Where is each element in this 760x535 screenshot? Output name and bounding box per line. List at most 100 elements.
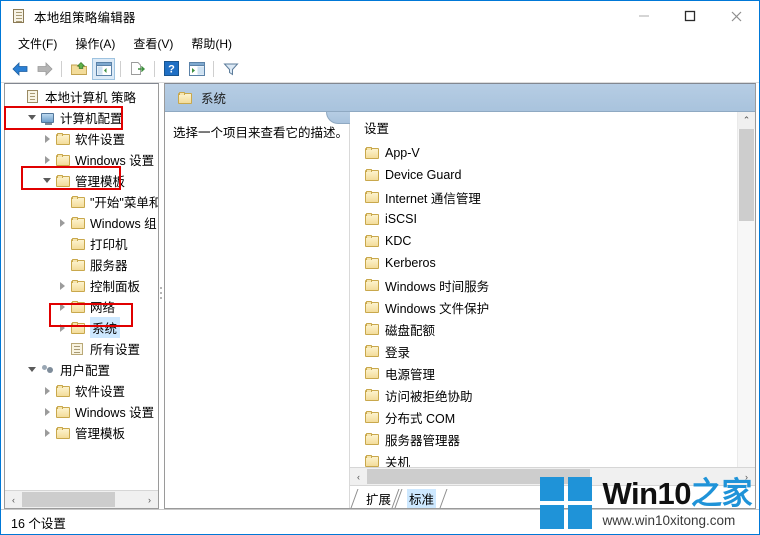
chevron-right-icon[interactable]	[39, 383, 55, 399]
tree-hscroll-left-arrow[interactable]: ‹	[5, 491, 22, 508]
tree-scroll-region[interactable]: 本地计算机 策略 计算机配置 软件设置 Windows 设置 管理模板 "开始"菜单和 Wi…	[5, 84, 158, 490]
tree-item-0[interactable]: 本地计算机 策略	[5, 86, 158, 107]
view-pane-button[interactable]	[185, 58, 208, 80]
settings-list-item-label: Kerberos	[385, 256, 436, 270]
chevron-down-icon[interactable]	[24, 110, 40, 126]
settings-list-item[interactable]: Internet 通信管理	[350, 186, 737, 208]
chevron-right-icon[interactable]	[54, 320, 70, 336]
tree-item-label: 管理模板	[75, 175, 126, 189]
settings-vscroll-thumb[interactable]	[739, 129, 754, 221]
settings-list-item[interactable]: 磁盘配额	[350, 318, 737, 340]
chevron-right-icon[interactable]	[39, 404, 55, 420]
settings-hscroll-thumb[interactable]	[367, 469, 590, 484]
details-pane-title: 系统	[201, 92, 227, 106]
menu-file[interactable]: 文件(F)	[9, 33, 66, 55]
close-button[interactable]	[713, 1, 759, 31]
tree-item-2[interactable]: 软件设置	[5, 128, 158, 149]
tree-item-label: Windows 组	[90, 217, 157, 231]
settings-list-item[interactable]: Device Guard	[350, 164, 737, 186]
forward-button[interactable]	[33, 58, 56, 80]
folder-icon	[364, 233, 380, 249]
settings-list-item[interactable]: 关机	[350, 450, 737, 467]
tree-item-13[interactable]: 用户配置	[5, 359, 158, 380]
settings-hscroll-track[interactable]	[367, 468, 738, 485]
filter-funnel-button[interactable]	[219, 58, 242, 80]
chevron-right-icon[interactable]	[39, 152, 55, 168]
settings-list-item-label: Device Guard	[385, 168, 462, 182]
chevron-right-icon[interactable]	[39, 131, 55, 147]
settings-list-item[interactable]: 登录	[350, 340, 737, 362]
tree-item-1[interactable]: 计算机配置	[5, 107, 158, 128]
tree-item-6[interactable]: Windows 组	[5, 212, 158, 233]
settings-list-item[interactable]: Windows 时间服务	[350, 274, 737, 296]
tree-hscroll-thumb[interactable]	[22, 492, 115, 507]
folder-icon	[364, 167, 380, 183]
tree-hscroll-right-arrow[interactable]: ›	[141, 491, 158, 508]
settings-list-item[interactable]: 电源管理	[350, 362, 737, 384]
settings-list-item[interactable]: KDC	[350, 230, 737, 252]
tree-item-5[interactable]: "开始"菜单和	[5, 191, 158, 212]
settings-list-item-label: 访问被拒绝协助	[385, 389, 473, 404]
settings-vertical-scrollbar[interactable]: ⌃	[737, 112, 755, 467]
tree-item-11[interactable]: 系统	[5, 317, 158, 338]
chevron-right-icon[interactable]	[54, 278, 70, 294]
tree-item-16[interactable]: 管理模板	[5, 422, 158, 443]
settings-list-item[interactable]: 分布式 COM	[350, 406, 737, 428]
settings-list-item-label: 服务器管理器	[385, 433, 461, 448]
settings-list-item[interactable]: Kerberos	[350, 252, 737, 274]
settings-list-item[interactable]: iSCSI	[350, 208, 737, 230]
settings-horizontal-scrollbar[interactable]: ‹ ›	[350, 467, 755, 485]
folder-icon	[364, 453, 380, 467]
settings-list-item-label: iSCSI	[385, 212, 417, 226]
maximize-button[interactable]	[667, 1, 713, 31]
help-button[interactable]: ?	[160, 58, 183, 80]
folder-icon	[70, 215, 86, 231]
folder-icon	[364, 145, 380, 161]
settings-list-item[interactable]: Windows 文件保护	[350, 296, 737, 318]
settings-list-item[interactable]: 访问被拒绝协助	[350, 384, 737, 406]
tree-item-12[interactable]: 所有设置	[5, 338, 158, 359]
tree-item-15[interactable]: Windows 设置	[5, 401, 158, 422]
menu-action[interactable]: 操作(A)	[66, 33, 124, 55]
tree-expander-spacer	[54, 236, 70, 252]
settings-vscroll-up-arrow[interactable]: ⌃	[738, 112, 755, 129]
menu-bar: 文件(F) 操作(A) 查看(V) 帮助(H)	[1, 32, 759, 55]
up-one-level-button[interactable]	[67, 58, 90, 80]
tree-item-10[interactable]: 网络	[5, 296, 158, 317]
menu-help[interactable]: 帮助(H)	[182, 33, 241, 55]
folder-icon	[364, 365, 380, 381]
chevron-right-icon[interactable]	[54, 299, 70, 315]
tree-item-3[interactable]: Windows 设置	[5, 149, 158, 170]
tree-hscroll-track[interactable]	[22, 491, 141, 508]
settings-hscroll-left-arrow[interactable]: ‹	[350, 468, 367, 485]
settings-list[interactable]: 设置 App-V Device Guard Internet 通信管理 iSCSI KD…	[350, 112, 737, 467]
tree-horizontal-scrollbar[interactable]: ‹ ›	[5, 490, 158, 508]
settings-list-item-label: 登录	[385, 345, 411, 360]
all-settings-icon	[70, 341, 86, 357]
tree-item-14[interactable]: 软件设置	[5, 380, 158, 401]
minimize-button[interactable]	[621, 1, 667, 31]
tab-standard[interactable]: 标准	[395, 489, 444, 508]
tree-item-label: 所有设置	[90, 343, 141, 357]
chevron-down-icon[interactable]	[24, 362, 40, 378]
folder-icon	[55, 173, 71, 189]
pane-splitter[interactable]	[159, 83, 164, 509]
menu-view[interactable]: 查看(V)	[124, 33, 182, 55]
chevron-down-icon[interactable]	[39, 173, 55, 189]
tree-item-7[interactable]: 打印机	[5, 233, 158, 254]
settings-list-item[interactable]: 服务器管理器	[350, 428, 737, 450]
folder-icon	[55, 383, 71, 399]
console-tree-button[interactable]	[92, 57, 115, 80]
tree-item-9[interactable]: 控制面板	[5, 275, 158, 296]
export-list-button[interactable]	[126, 58, 149, 80]
chevron-right-icon[interactable]	[54, 215, 70, 231]
settings-vscroll-track[interactable]	[738, 129, 755, 467]
settings-list-item[interactable]: App-V	[350, 142, 737, 164]
folder-icon	[55, 131, 71, 147]
tree-item-8[interactable]: 服务器	[5, 254, 158, 275]
tree-item-4[interactable]: 管理模板	[5, 170, 158, 191]
settings-hscroll-right-arrow[interactable]: ›	[738, 468, 755, 485]
folder-icon	[364, 189, 380, 205]
chevron-right-icon[interactable]	[39, 425, 55, 441]
back-button[interactable]	[8, 58, 31, 80]
